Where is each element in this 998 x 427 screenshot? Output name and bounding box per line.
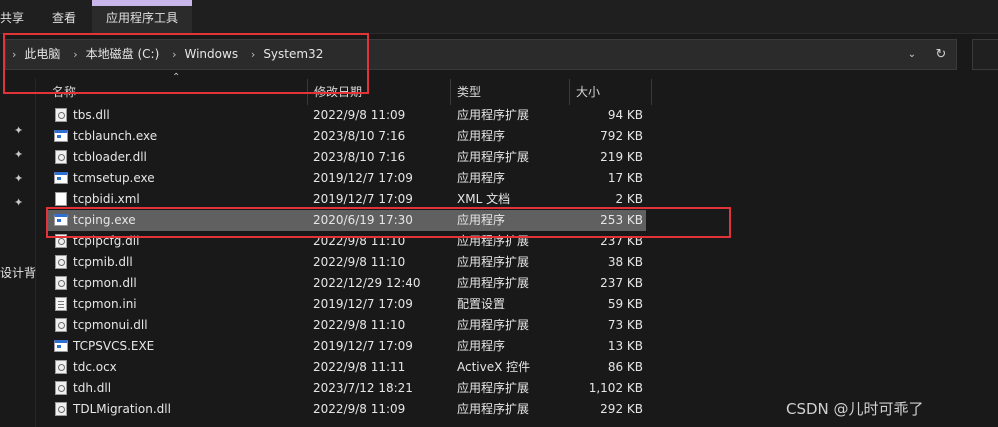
file-type: 应用程序 (457, 129, 506, 143)
file-row[interactable]: tcpmon.ini 2019/12/7 17:09 配置设置 59 KB (46, 294, 646, 315)
file-size: 94 KB (607, 108, 643, 122)
refresh-icon[interactable]: ↻ (932, 40, 950, 69)
file-size: 219 KB (600, 150, 643, 164)
file-name: tcpmonui.dll (73, 318, 148, 332)
file-size: 86 KB (607, 360, 643, 374)
file-name: tcbloader.dll (73, 150, 147, 164)
pin-icon[interactable]: ✦ (14, 196, 23, 209)
file-modified-date: 2023/8/10 7:16 (313, 150, 406, 164)
ribbon: 共享 查看 应用程序工具 (0, 0, 998, 34)
file-type: 应用程序扩展 (457, 276, 530, 290)
file-size: 1,102 KB (588, 381, 643, 395)
pin-icon[interactable]: ✦ (14, 148, 23, 161)
file-modified-date: 2019/12/7 17:09 (313, 297, 413, 311)
dll-file-icon (55, 381, 67, 395)
file-type: ActiveX 控件 (457, 360, 531, 374)
file-type: 应用程序扩展 (457, 318, 530, 332)
file-type: 应用程序扩展 (457, 150, 530, 164)
file-size: 38 KB (607, 255, 643, 269)
file-type: 应用程序 (457, 339, 506, 353)
file-type: 应用程序 (457, 171, 506, 185)
file-modified-date: 2022/12/29 12:40 (313, 276, 421, 290)
file-size: 237 KB (600, 276, 643, 290)
file-modified-date: 2022/9/8 11:09 (313, 108, 406, 122)
nav-pane-divider (35, 78, 36, 427)
file-modified-date: 2019/12/7 17:09 (313, 339, 413, 353)
file-row[interactable]: tdh.dll 2023/7/12 18:21 应用程序扩展 1,102 KB (46, 378, 646, 399)
file-size: 13 KB (607, 339, 643, 353)
file-row[interactable]: tcpmon.dll 2022/12/29 12:40 应用程序扩展 237 KB (46, 273, 646, 294)
file-name: TCPSVCS.EXE (73, 339, 155, 353)
file-row[interactable]: tbs.dll 2022/9/8 11:09 应用程序扩展 94 KB (46, 105, 646, 126)
file-name: tdh.dll (73, 381, 112, 395)
dll-file-icon (55, 276, 67, 290)
file-modified-date: 2023/8/10 7:16 (313, 129, 406, 143)
file-row[interactable]: tdc.ocx 2022/9/8 11:11 ActiveX 控件 86 KB (46, 357, 646, 378)
file-name: tcpmib.dll (73, 255, 133, 269)
file-type: 应用程序扩展 (457, 381, 530, 395)
file-row[interactable]: tcpmonui.dll 2022/9/8 11:10 应用程序扩展 73 KB (46, 315, 646, 336)
exe-file-icon (54, 130, 68, 142)
file-row[interactable]: TDLMigration.dll 2022/9/8 11:09 应用程序扩展 292 … (46, 399, 646, 420)
file-row[interactable]: tcpmib.dll 2022/9/8 11:10 应用程序扩展 38 KB (46, 252, 646, 273)
exe-file-icon (54, 172, 68, 184)
file-type: 应用程序扩展 (457, 402, 530, 416)
file-row[interactable]: tcblaunch.exe 2023/8/10 7:16 应用程序 792 KB (46, 126, 646, 147)
file-modified-date: 2022/9/8 11:11 (313, 360, 406, 374)
file-name: tcpmon.ini (73, 297, 137, 311)
file-name: tcmsetup.exe (73, 171, 155, 185)
file-size: 73 KB (607, 318, 643, 332)
tab-view[interactable]: 查看 (52, 0, 76, 33)
file-modified-date: 2023/7/12 18:21 (313, 381, 413, 395)
file-name: TDLMigration.dll (73, 402, 171, 416)
file-modified-date: 2022/9/8 11:10 (313, 255, 406, 269)
tab-app-tools[interactable]: 应用程序工具 (92, 0, 192, 33)
file-size: 292 KB (600, 402, 643, 416)
dll-file-icon (55, 108, 67, 122)
sidebar-item-label[interactable]: 设计背 (0, 264, 36, 281)
file-size: 792 KB (600, 129, 643, 143)
highlight-box (46, 207, 731, 238)
dll-file-icon (55, 255, 67, 269)
file-modified-date: 2022/9/8 11:10 (313, 318, 406, 332)
file-row[interactable]: tcbloader.dll 2023/8/10 7:16 应用程序扩展 219 KB (46, 147, 646, 168)
file-modified-date: 2019/12/7 17:09 (313, 171, 413, 185)
file-row[interactable]: tcmsetup.exe 2019/12/7 17:09 应用程序 17 KB (46, 168, 646, 189)
tab-share[interactable]: 共享 (0, 0, 26, 33)
file-type: 应用程序扩展 (457, 108, 530, 122)
exe-file-icon (54, 340, 68, 352)
dll-file-icon (55, 318, 67, 332)
file-type: 配置设置 (457, 297, 506, 311)
chevron-down-icon[interactable]: ⌄ (903, 40, 921, 69)
file-name: tcblaunch.exe (73, 129, 158, 143)
file-name: tdc.ocx (73, 360, 117, 374)
file-size: 17 KB (607, 171, 643, 185)
watermark: CSDN @儿时可乖了 (786, 400, 924, 418)
ini-file-icon (55, 297, 67, 311)
dll-file-icon (55, 360, 67, 374)
dll-file-icon (55, 402, 67, 416)
pin-icon[interactable]: ✦ (14, 124, 23, 137)
file-type: 应用程序扩展 (457, 255, 530, 269)
file-modified-date: 2022/9/8 11:09 (313, 402, 406, 416)
file-row[interactable]: TCPSVCS.EXE 2019/12/7 17:09 应用程序 13 KB (46, 336, 646, 357)
file-size: 59 KB (607, 297, 643, 311)
dll-file-icon (55, 150, 67, 164)
xml-file-icon (55, 192, 67, 206)
column-size[interactable]: 大小 (570, 79, 652, 105)
pin-icon[interactable]: ✦ (14, 172, 23, 185)
column-type[interactable]: 类型 (451, 79, 570, 105)
file-name: tcpmon.dll (73, 276, 137, 290)
search-input[interactable] (972, 39, 998, 70)
file-name: tbs.dll (73, 108, 110, 122)
highlight-box (3, 33, 369, 94)
